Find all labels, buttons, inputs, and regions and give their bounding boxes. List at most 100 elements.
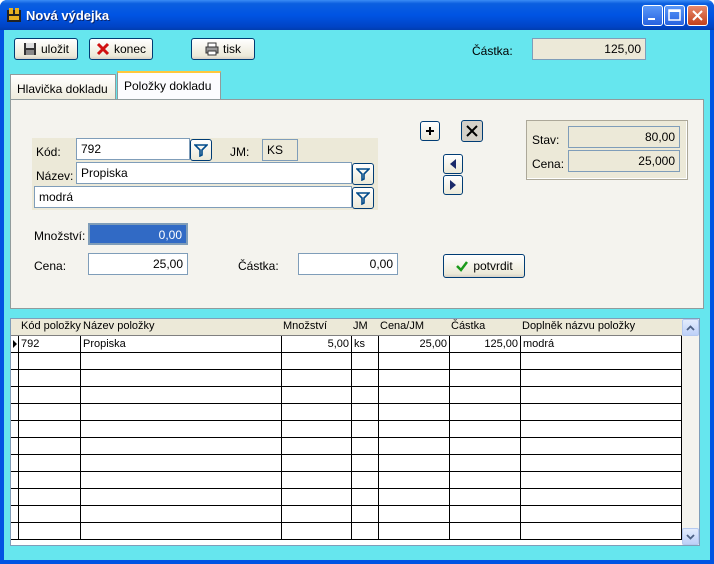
cell-amount[interactable] [450,455,521,472]
items-grid[interactable]: Kód položky Název položky Množství JM Ce… [10,318,700,546]
cell-code[interactable] [19,421,81,438]
price-input[interactable]: 25,00 [88,253,188,275]
code-input[interactable]: 792 [76,138,190,160]
cell-unit-price[interactable] [379,523,450,540]
table-row[interactable] [11,523,682,540]
cell-unit-price[interactable] [379,472,450,489]
cell-amount[interactable] [450,523,521,540]
cell-amount[interactable] [450,404,521,421]
cell-name-suffix[interactable] [521,455,682,472]
cell-amount[interactable] [450,387,521,404]
cell-name-suffix[interactable] [521,506,682,523]
vertical-scrollbar[interactable] [682,319,699,545]
cell-name-suffix[interactable] [521,438,682,455]
cell-unit[interactable] [352,489,379,506]
cell-code[interactable] [19,455,81,472]
cell-unit[interactable] [352,455,379,472]
close-button[interactable]: konec [89,38,153,60]
cell-name[interactable] [81,472,282,489]
table-row[interactable]: 792 Propiska 5,00 ks 25,00 125,00 modrá [11,336,682,353]
cell-name[interactable] [81,438,282,455]
save-button[interactable]: uložit [14,38,78,60]
cell-unit[interactable] [352,472,379,489]
column-header-unit-price[interactable]: Cena/JM [378,319,450,336]
cell-name-suffix[interactable] [521,404,682,421]
table-row[interactable] [11,353,682,370]
cell-unit[interactable] [352,523,379,540]
cell-name[interactable] [81,370,282,387]
code-filter-button[interactable] [190,139,212,161]
cell-unit[interactable] [352,404,379,421]
cell-quantity[interactable] [282,421,352,438]
cell-name[interactable] [81,404,282,421]
cell-code[interactable] [19,506,81,523]
cell-code[interactable] [19,472,81,489]
column-header-amount[interactable]: Částka [449,319,519,336]
cell-quantity[interactable] [282,404,352,421]
cell-amount[interactable] [450,438,521,455]
next-button[interactable] [443,175,463,195]
cell-name-suffix[interactable] [521,370,682,387]
column-header-unit[interactable]: JM [351,319,377,336]
cell-unit-price[interactable] [379,353,450,370]
cell-amount[interactable] [450,353,521,370]
cell-quantity[interactable] [282,523,352,540]
cell-amount[interactable] [450,370,521,387]
cell-quantity[interactable] [282,489,352,506]
cell-unit[interactable] [352,370,379,387]
cell-quantity[interactable] [282,472,352,489]
table-row[interactable] [11,404,682,421]
scroll-down-button[interactable] [682,528,699,545]
cell-name[interactable] [81,489,282,506]
table-row[interactable] [11,421,682,438]
cell-quantity[interactable] [282,353,352,370]
cell-unit-price[interactable] [379,506,450,523]
tab-items[interactable]: Položky dokladu [117,71,221,101]
scroll-up-button[interactable] [682,319,699,336]
cell-code[interactable] [19,489,81,506]
cell-name[interactable] [81,455,282,472]
confirm-button[interactable]: potvrdit [443,254,525,278]
delete-item-button[interactable] [461,120,483,142]
minimize-button[interactable] [642,5,663,26]
tab-header[interactable]: Hlavička dokladu [10,74,116,102]
close-window-button[interactable] [687,5,708,26]
cell-quantity[interactable] [282,506,352,523]
cell-unit[interactable] [352,438,379,455]
cell-unit[interactable] [352,387,379,404]
cell-name[interactable] [81,506,282,523]
cell-amount[interactable] [450,421,521,438]
table-row[interactable] [11,387,682,404]
name-input[interactable]: Propiska [76,162,352,184]
cell-unit-price[interactable] [379,387,450,404]
cell-quantity[interactable]: 5,00 [282,336,352,353]
cell-name[interactable]: Propiska [81,336,282,353]
cell-code[interactable] [19,370,81,387]
table-row[interactable] [11,506,682,523]
column-header-name[interactable]: Název položky [81,319,281,336]
cell-unit-price[interactable] [379,489,450,506]
cell-amount[interactable] [450,489,521,506]
cell-quantity[interactable] [282,455,352,472]
cell-name[interactable] [81,523,282,540]
cell-unit-price[interactable] [379,404,450,421]
name-suffix-input[interactable]: modrá [34,186,352,208]
table-row[interactable] [11,489,682,506]
cell-code[interactable]: 792 [19,336,81,353]
cell-code[interactable] [19,404,81,421]
print-button[interactable]: tisk [191,38,255,60]
cell-code[interactable] [19,387,81,404]
table-row[interactable] [11,370,682,387]
maximize-button[interactable] [664,5,685,26]
cell-unit-price[interactable]: 25,00 [379,336,450,353]
cell-name[interactable] [81,421,282,438]
column-header-name-suffix[interactable]: Doplněk názvu položky [520,319,682,336]
column-header-quantity[interactable]: Množství [281,319,351,336]
cell-amount[interactable] [450,472,521,489]
table-row[interactable] [11,438,682,455]
cell-unit-price[interactable] [379,370,450,387]
cell-code[interactable] [19,438,81,455]
cell-name-suffix[interactable] [521,472,682,489]
cell-name-suffix[interactable] [521,353,682,370]
cell-quantity[interactable] [282,438,352,455]
